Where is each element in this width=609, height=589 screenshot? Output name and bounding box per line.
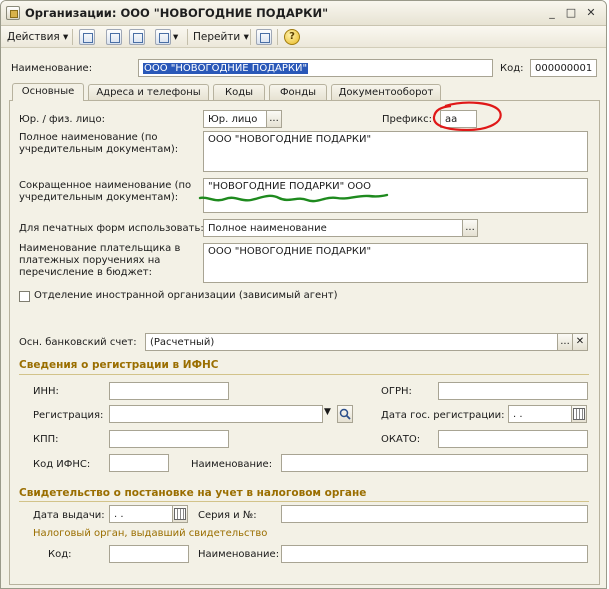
certificate-section-title: Свидетельство о постановке на учет в нал…: [19, 487, 367, 499]
print-forms-label: Для печатных форм использовать:: [19, 223, 204, 234]
bank-account-input[interactable]: (Расчетный): [145, 333, 558, 351]
tab-funds[interactable]: Фонды: [269, 84, 327, 100]
toolbar-separator: [277, 29, 278, 45]
bank-account-select-button[interactable]: ...: [557, 333, 573, 351]
full-name-input[interactable]: ООО "НОВОГОДНИЕ ПОДАРКИ": [203, 131, 588, 172]
registration-label: Регистрация:: [33, 410, 104, 421]
inn-label: ИНН:: [33, 386, 59, 397]
short-name-label: Сокращенное наименование (по учредительн…: [19, 180, 192, 203]
structure-dropdown-icon[interactable]: ▾: [173, 29, 178, 45]
app-icon: [6, 6, 20, 20]
tax-name-input[interactable]: [281, 545, 588, 563]
ifns-code-label: Код ИФНС:: [33, 459, 91, 470]
calendar-icon: [573, 408, 585, 420]
section-divider: [19, 501, 589, 502]
print-forms-input[interactable]: Полное наименование: [203, 219, 463, 237]
toolbar-separator: [72, 29, 73, 45]
help-icon[interactable]: ?: [284, 29, 300, 45]
legal-type-input[interactable]: Юр. лицо: [203, 110, 267, 128]
copy-icon[interactable]: [129, 29, 145, 45]
save-icon[interactable]: [79, 29, 95, 45]
code-input[interactable]: 000000001: [530, 59, 597, 77]
maximize-button[interactable]: □: [563, 5, 579, 21]
tax-code-label: Код:: [48, 549, 72, 560]
toolbar-separator: [250, 29, 251, 45]
tax-name-label: Наименование:: [198, 549, 280, 560]
okato-input[interactable]: [438, 430, 588, 448]
bank-account-clear-button[interactable]: ✕: [572, 333, 588, 351]
tab-codes[interactable]: Коды: [213, 84, 265, 100]
payer-name-input[interactable]: ООО "НОВОГОДНИЕ ПОДАРКИ": [203, 243, 588, 283]
code-label: Код:: [500, 63, 524, 74]
red-circle-annotation: [432, 101, 502, 132]
full-name-label: Полное наименование (по учредительным до…: [19, 132, 179, 155]
name-label: Наименование:: [11, 63, 93, 74]
reg-date-label: Дата гос. регистрации:: [381, 410, 505, 421]
tax-authority-caption: Налоговый орган, выдавший свидетельство: [33, 528, 268, 539]
prefix-label: Префикс:: [382, 114, 432, 125]
legal-type-label: Юр. / физ. лицо:: [19, 114, 105, 125]
minimize-button[interactable]: _: [544, 5, 560, 21]
green-underline-annotation: [198, 193, 389, 203]
structure-icon[interactable]: [155, 29, 171, 45]
reg-date-input[interactable]: . .: [508, 405, 572, 423]
issue-date-label: Дата выдачи:: [33, 510, 105, 521]
tax-code-input[interactable]: [109, 545, 189, 563]
kpp-input[interactable]: [109, 430, 229, 448]
registration-search-button[interactable]: [337, 405, 353, 423]
foreign-branch-checkbox[interactable]: [19, 291, 30, 302]
refresh-icon[interactable]: [106, 29, 122, 45]
window-title: Организации: ООО "НОВОГОДНИЕ ПОДАРКИ": [25, 6, 329, 20]
print-forms-select-button[interactable]: ...: [462, 219, 478, 237]
payer-name-label: Наименование плательщика в платежных пор…: [19, 243, 181, 278]
ifns-name-input[interactable]: [281, 454, 588, 472]
series-label: Серия и №:: [198, 510, 257, 521]
section-divider: [19, 374, 589, 375]
toolbar-separator: [187, 29, 188, 45]
toolbar: Действия ▾ ▾ Перейти ▾ ?: [1, 26, 606, 48]
close-button[interactable]: ✕: [583, 5, 599, 21]
kpp-label: КПП:: [33, 434, 59, 445]
tab-addresses[interactable]: Адреса и телефоны: [88, 84, 209, 100]
calendar-icon: [174, 508, 186, 520]
series-input[interactable]: [281, 505, 588, 523]
list-icon[interactable]: [256, 29, 272, 45]
bank-account-label: Осн. банковский счет:: [19, 337, 137, 348]
foreign-branch-label: Отделение иностранной организации (завис…: [34, 290, 338, 301]
goto-menu[interactable]: Перейти ▾: [193, 29, 249, 45]
registration-input[interactable]: [109, 405, 323, 423]
ifns-name-label: Наименование:: [191, 459, 273, 470]
registration-dropdown-icon[interactable]: ▼: [324, 407, 331, 417]
okato-label: ОКАТО:: [381, 434, 421, 445]
ogrn-input[interactable]: [438, 382, 588, 400]
issue-date-input[interactable]: . .: [109, 505, 173, 523]
tab-document-flow[interactable]: Документооборот: [331, 84, 441, 100]
name-input[interactable]: ООО "НОВОГОДНИЕ ПОДАРКИ": [138, 59, 493, 77]
organization-window: Организации: ООО "НОВОГОДНИЕ ПОДАРКИ" _ …: [0, 0, 607, 589]
name-value: ООО "НОВОГОДНИЕ ПОДАРКИ": [143, 63, 309, 74]
search-icon: [339, 408, 351, 420]
title-bar[interactable]: Организации: ООО "НОВОГОДНИЕ ПОДАРКИ" _ …: [1, 1, 606, 26]
actions-menu[interactable]: Действия ▾: [7, 29, 68, 45]
inn-input[interactable]: [109, 382, 229, 400]
ifns-section-title: Сведения о регистрации в ИФНС: [19, 359, 219, 371]
tab-main[interactable]: Основные: [12, 83, 84, 101]
ogrn-label: ОГРН:: [381, 386, 412, 397]
reg-date-calendar-button[interactable]: [571, 405, 587, 423]
legal-type-select-button[interactable]: ...: [266, 110, 282, 128]
ifns-code-input[interactable]: [109, 454, 169, 472]
issue-date-calendar-button[interactable]: [172, 505, 188, 523]
